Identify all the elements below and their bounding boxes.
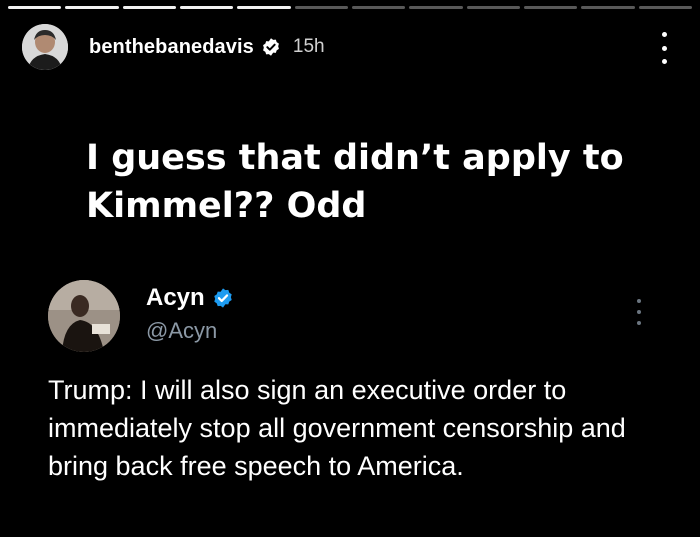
progress-segment	[294, 6, 348, 9]
tweet-text: Trump: I will also sign an executive ord…	[48, 375, 626, 481]
author-avatar[interactable]	[22, 24, 68, 70]
verified-badge-icon	[262, 38, 279, 56]
verified-badge-icon	[213, 288, 232, 308]
progress-segment	[65, 6, 119, 9]
more-options-button[interactable]	[652, 32, 676, 64]
progress-segment	[351, 6, 406, 9]
progress-segment	[409, 6, 463, 9]
progress-segment	[179, 6, 234, 9]
story-progress-bar	[8, 6, 692, 9]
story-caption: I guess that didn’t apply to Kimmel?? Od…	[86, 138, 624, 226]
progress-segment	[523, 6, 578, 9]
post-timestamp: 15h	[292, 36, 325, 57]
tweet-author-name[interactable]: Acyn	[146, 284, 205, 312]
tweet-author-handle[interactable]: @Acyn	[146, 318, 217, 344]
progress-segment	[8, 6, 62, 9]
progress-segment	[581, 6, 635, 9]
tweet-author-avatar[interactable]	[48, 280, 120, 352]
tweet-more-button[interactable]	[634, 299, 644, 325]
progress-segment	[638, 6, 692, 9]
embedded-tweet[interactable]: Acyn @Acyn Trump: I will also sign an ex…	[0, 272, 700, 537]
progress-segment	[122, 6, 176, 9]
author-username[interactable]: benthebanedavis	[89, 36, 254, 59]
story-header: benthebanedavis 15h	[22, 22, 678, 72]
progress-segment	[237, 6, 291, 9]
tweet-name-row: Acyn	[146, 284, 234, 312]
progress-segment	[466, 6, 520, 9]
more-vertical-icon	[637, 299, 641, 303]
more-vertical-icon	[661, 32, 667, 37]
